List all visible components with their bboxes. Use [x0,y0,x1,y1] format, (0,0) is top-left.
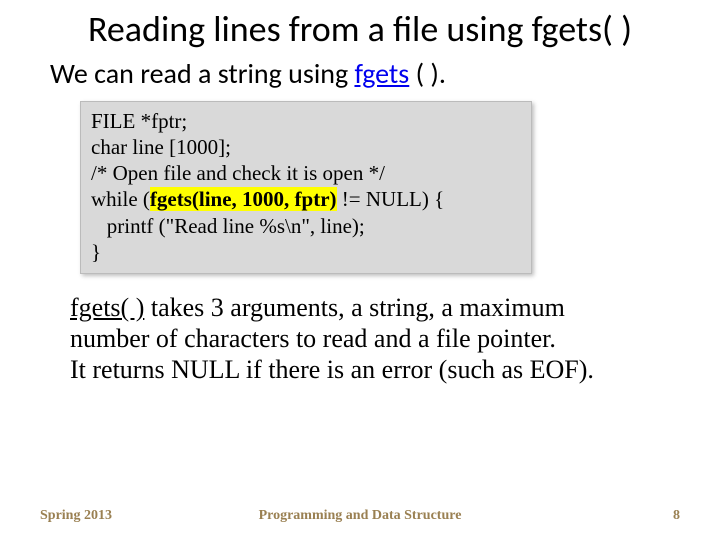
desc-text: number of characters to read and a file … [70,324,556,353]
code-line: } [91,239,521,265]
code-line: FILE *fptr; [91,108,521,134]
code-text: while ( [91,187,150,211]
intro-prefix: We can read a string using [50,56,354,91]
footer-left: Spring 2013 [40,508,112,524]
code-line: char line [1000]; [91,134,521,160]
code-text: != NULL) { [337,187,445,211]
fgets-underline: fgets( ) [70,293,144,322]
intro-suffix: ( ). [409,56,446,91]
fgets-link[interactable]: fgets [354,56,409,91]
desc-text: takes 3 arguments, a string, a maximum [144,293,565,322]
code-line: while (fgets(line, 1000, fptr) != NULL) … [91,186,521,212]
description-text: fgets( ) takes 3 arguments, a string, a … [70,292,660,386]
intro-text: We can read a string using fgets ( ). [50,56,680,91]
footer: Spring 2013 Programming and Data Structu… [0,508,720,524]
code-line: printf ("Read line %s\n", line); [91,213,521,239]
slide-title: Reading lines from a file using fgets( ) [40,10,680,50]
page-number: 8 [673,508,680,524]
slide: Reading lines from a file using fgets( )… [0,0,720,540]
code-highlight: fgets(line, 1000, fptr) [150,187,337,211]
desc-text: It returns NULL if there is an error (su… [70,355,594,384]
code-box: FILE *fptr; char line [1000]; /* Open fi… [80,101,532,275]
code-line: /* Open file and check it is open */ [91,160,521,186]
